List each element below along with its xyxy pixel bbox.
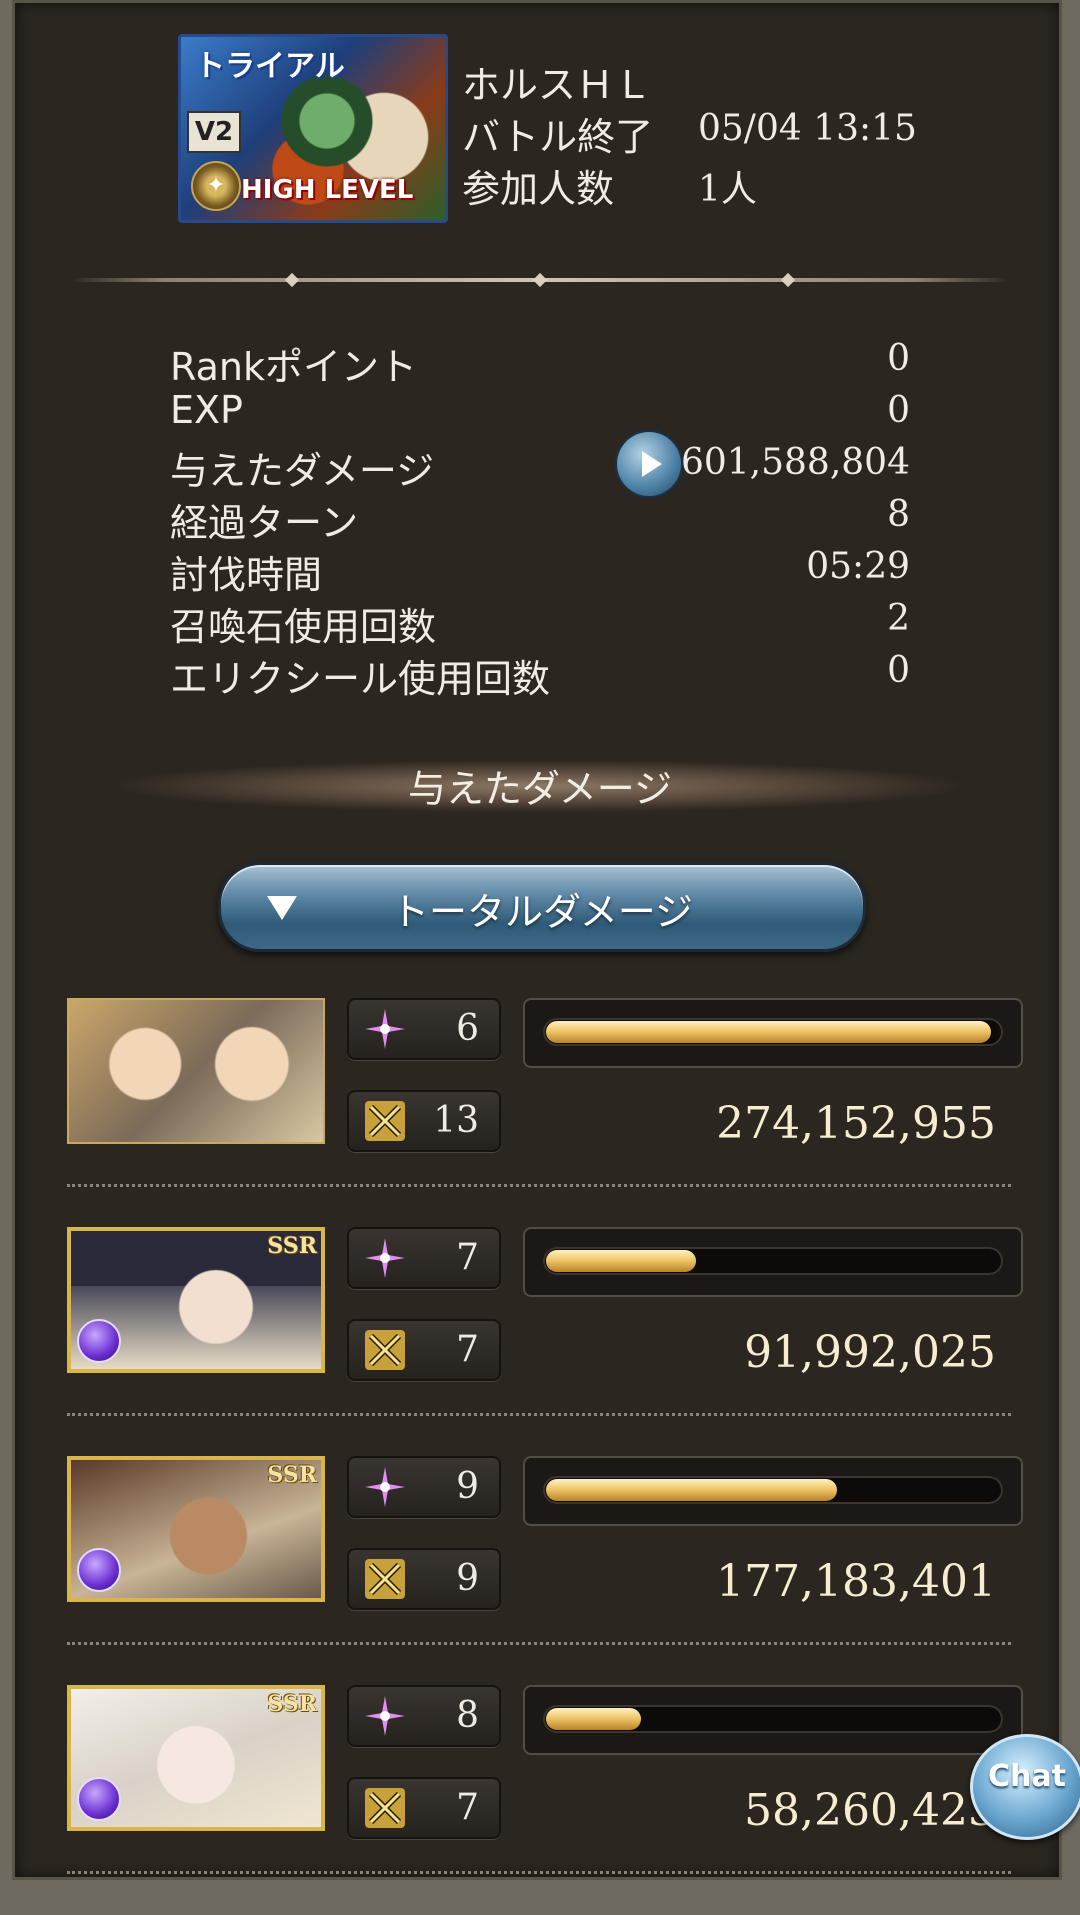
chat-label: Chat xyxy=(988,1759,1066,1794)
damage-value: 177,183,401 xyxy=(716,1556,996,1607)
banner-level: HIGH LEVEL xyxy=(241,175,414,205)
attack-count: 7 xyxy=(456,1329,479,1370)
participants-value: 1人 xyxy=(698,169,757,210)
character-row-3: SSR 9 9 177,183,401 xyxy=(0,1456,1080,1686)
character-portrait[interactable] xyxy=(67,998,325,1144)
damage-type-dropdown[interactable]: トータルダメージ xyxy=(218,862,866,952)
damage-bar-box xyxy=(523,998,1023,1068)
damage-value: 58,260,423 xyxy=(744,1785,996,1836)
battle-end-value: 05/04 13:15 xyxy=(698,108,917,149)
damage-bar-fill xyxy=(546,1250,696,1272)
crossed-swords-icon xyxy=(365,1330,405,1370)
stat-damage-label: 与えたダメージ xyxy=(170,449,435,493)
character-row-2: SSR 7 7 91,992,025 xyxy=(0,1227,1080,1457)
dropdown-label: トータルダメージ xyxy=(390,890,694,934)
sparkle-icon xyxy=(365,1238,405,1278)
crossed-swords-icon xyxy=(365,1559,405,1599)
crossed-swords-icon xyxy=(365,1101,405,1141)
star-emblem-icon: ✦ xyxy=(191,161,241,211)
attack-count: 13 xyxy=(433,1100,479,1141)
stat-rank-points-value: 0 xyxy=(887,338,910,379)
character-row-4: SSR 8 7 58,260,423 xyxy=(0,1685,1080,1915)
sparkle-icon xyxy=(365,1696,405,1736)
stat-turns-label: 経過ターン xyxy=(170,501,359,545)
character-portrait[interactable]: SSR xyxy=(67,1227,325,1373)
damage-value: 91,992,025 xyxy=(744,1327,996,1378)
damage-bar-track xyxy=(543,1705,1003,1733)
stat-time-label: 討伐時間 xyxy=(170,553,323,597)
character-row-1: 6 13 274,152,955 xyxy=(0,998,1080,1228)
stat-elixir-label: エリクシール使用回数 xyxy=(170,657,551,701)
attack-count-box: 9 xyxy=(347,1548,501,1610)
damage-detail-play-button[interactable] xyxy=(617,432,681,496)
battle-end-label: バトル終了 xyxy=(462,115,654,159)
character-portrait[interactable]: SSR xyxy=(67,1456,325,1602)
damage-bar-track xyxy=(543,1476,1003,1504)
damage-bar-fill xyxy=(546,1021,991,1043)
portrait-art xyxy=(69,1000,323,1142)
skill-count-box: 6 xyxy=(347,998,501,1060)
element-icon xyxy=(77,1548,121,1592)
stat-time-value: 05:29 xyxy=(806,546,910,587)
element-icon xyxy=(77,1777,121,1821)
skill-count: 9 xyxy=(456,1466,479,1507)
element-icon xyxy=(77,1319,121,1363)
rarity-badge: SSR xyxy=(267,1462,317,1488)
participants-label: 参加人数 xyxy=(462,167,615,211)
section-title: 与えたダメージ xyxy=(407,767,673,811)
damage-bar-track xyxy=(543,1018,1003,1046)
chat-button[interactable]: Chat xyxy=(970,1734,1080,1840)
attack-count-box: 7 xyxy=(347,1319,501,1381)
damage-value: 274,152,955 xyxy=(716,1098,996,1149)
damage-bar-fill xyxy=(546,1708,641,1730)
damage-bar-box xyxy=(523,1227,1023,1297)
banner-version: V2 xyxy=(187,111,241,153)
damage-bar-box xyxy=(523,1456,1023,1526)
attack-count-box: 7 xyxy=(347,1777,501,1839)
damage-bar-box xyxy=(523,1685,1023,1755)
row-divider xyxy=(67,1413,1011,1416)
stat-summons-label: 召喚石使用回数 xyxy=(170,605,437,649)
stat-turns-value: 8 xyxy=(887,494,910,535)
skill-count-box: 7 xyxy=(347,1227,501,1289)
skill-count-box: 9 xyxy=(347,1456,501,1518)
row-divider xyxy=(67,1871,1011,1874)
rarity-badge: SSR xyxy=(267,1233,317,1259)
row-divider xyxy=(67,1184,1011,1187)
damage-bar-track xyxy=(543,1247,1003,1275)
attack-count-box: 13 xyxy=(347,1090,501,1152)
skill-count: 7 xyxy=(456,1237,479,1278)
stat-damage-value: 601,588,804 xyxy=(680,442,910,483)
sparkle-icon xyxy=(365,1009,405,1049)
quest-banner: トライアル V2 ✦ HIGH LEVEL xyxy=(178,34,448,223)
skill-count: 6 xyxy=(456,1008,479,1049)
quest-name: ホルスＨＬ xyxy=(462,63,653,107)
sparkle-icon xyxy=(365,1467,405,1507)
damage-bar-fill xyxy=(546,1479,837,1501)
stat-exp-value: 0 xyxy=(887,390,910,431)
row-divider xyxy=(67,1642,1011,1645)
skill-count-box: 8 xyxy=(347,1685,501,1747)
stat-rank-points-label: Rankポイント xyxy=(170,345,417,389)
stat-summons-value: 2 xyxy=(887,598,910,639)
banner-tag: トライアル xyxy=(195,49,345,84)
skill-count: 8 xyxy=(456,1695,479,1736)
stat-elixir-value: 0 xyxy=(887,650,910,691)
character-portrait[interactable]: SSR xyxy=(67,1685,325,1831)
stat-exp-label: EXP xyxy=(170,388,243,432)
rarity-badge: SSR xyxy=(267,1691,317,1717)
attack-count: 9 xyxy=(456,1558,479,1599)
crossed-swords-icon xyxy=(365,1788,405,1828)
attack-count: 7 xyxy=(456,1787,479,1828)
